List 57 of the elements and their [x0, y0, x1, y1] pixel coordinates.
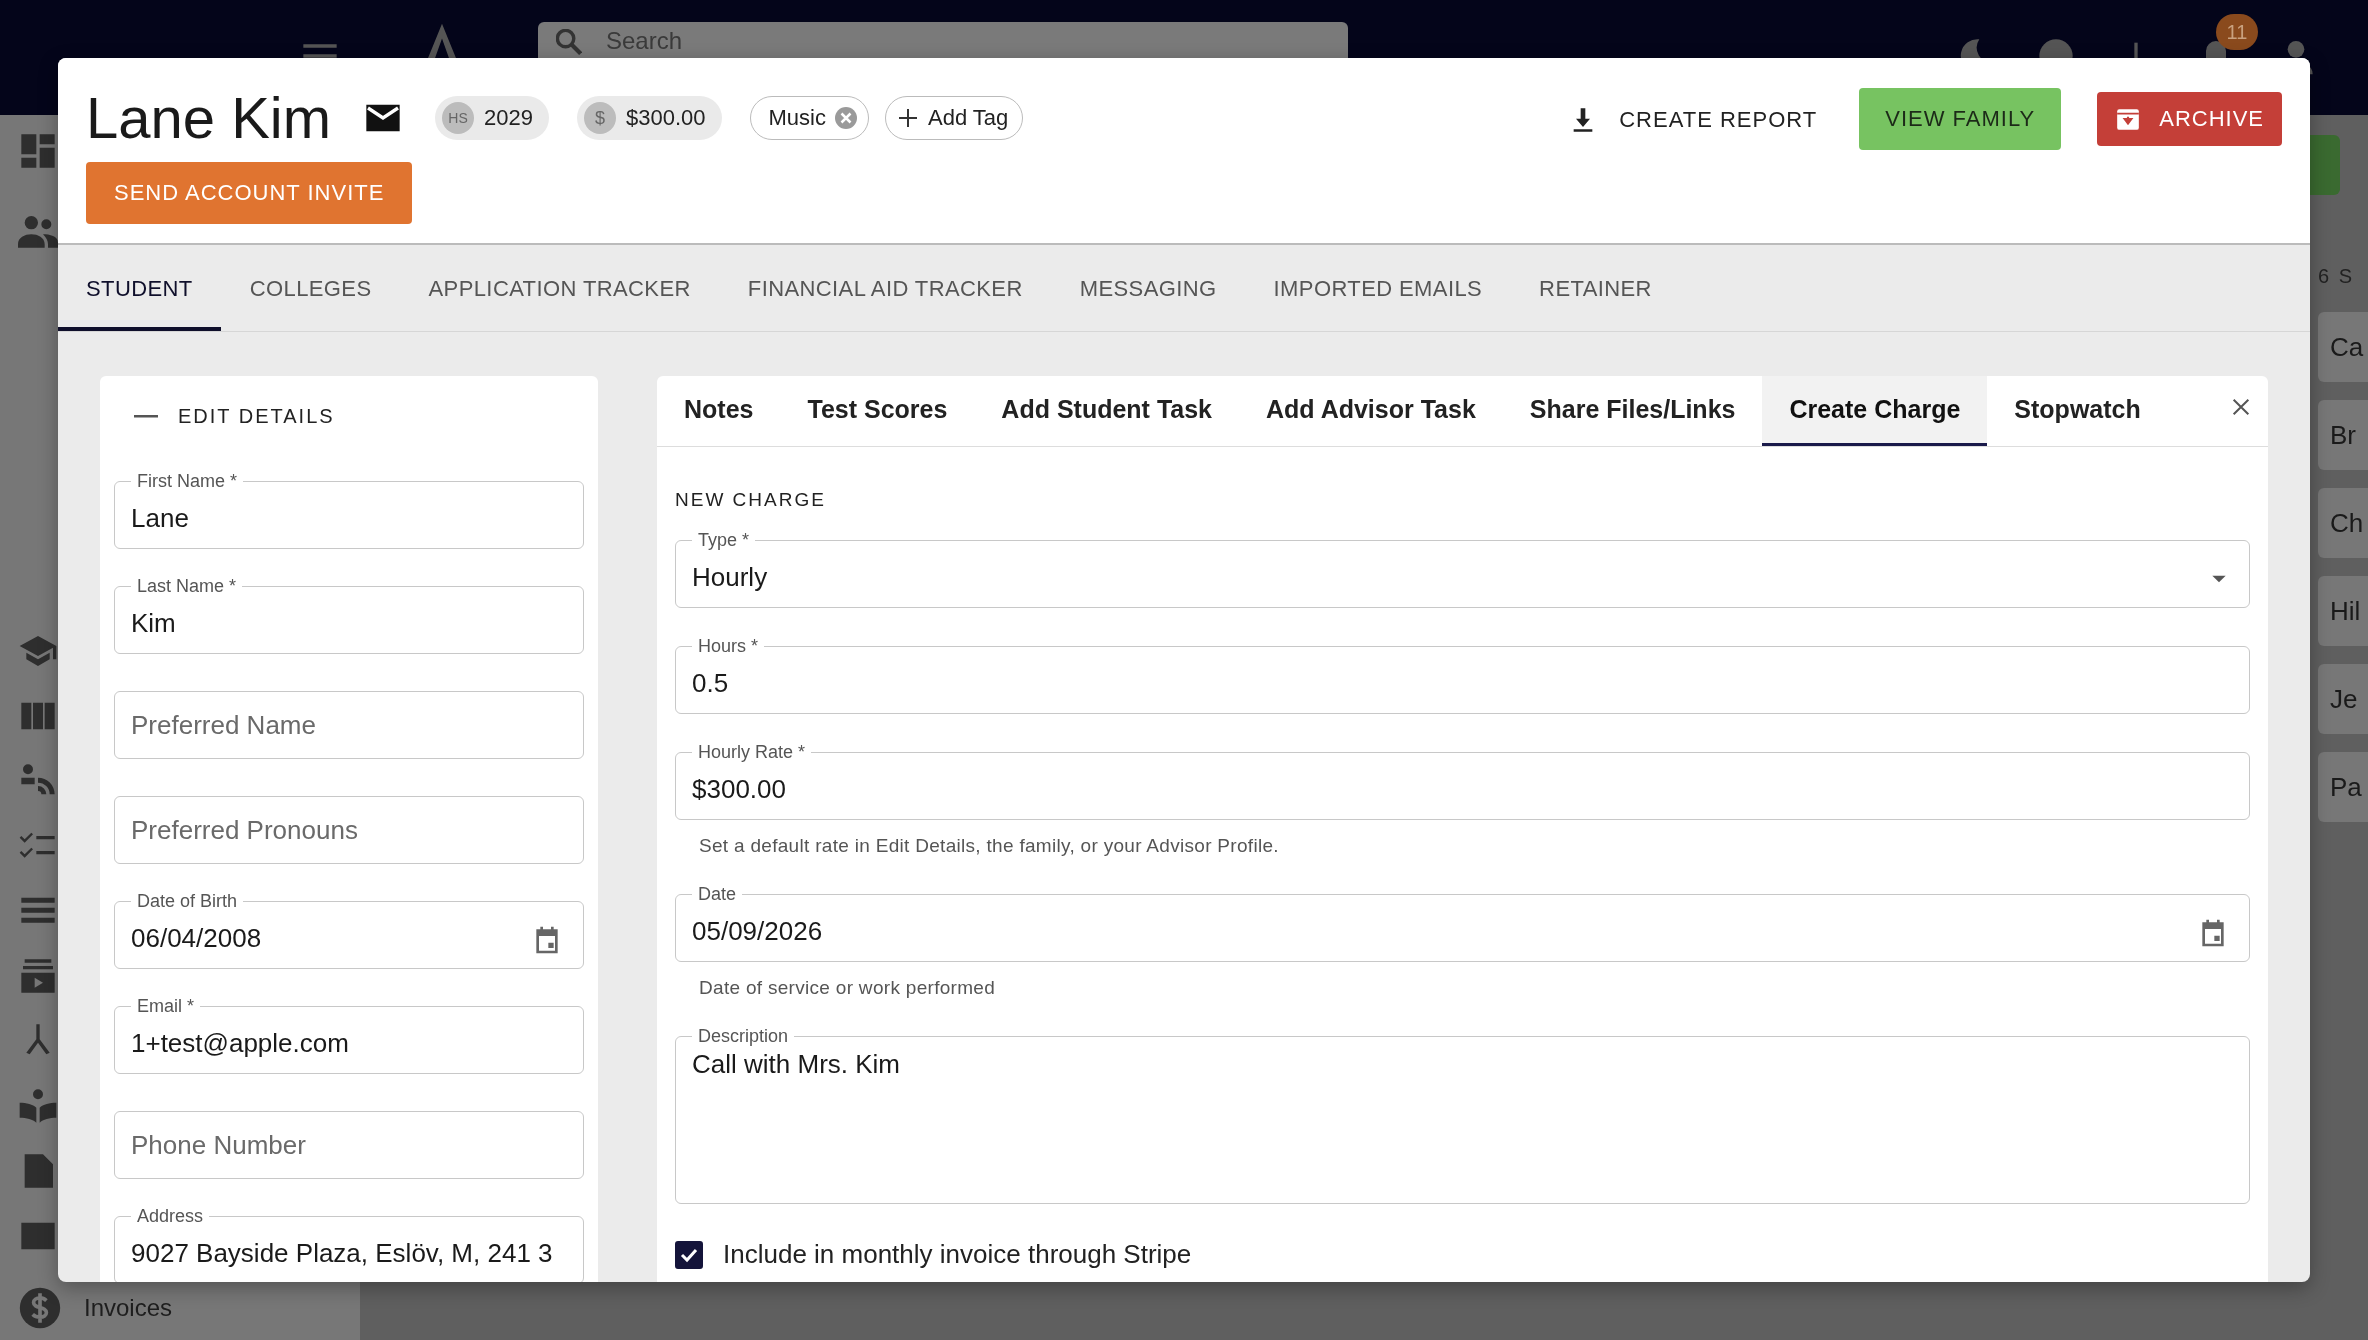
text-field[interactable]: Preferred Name: [114, 691, 584, 759]
checkbox[interactable]: [675, 1240, 703, 1269]
field-label: Email *: [136, 995, 195, 1017]
tab[interactable]: FINANCIAL AID TRACKER: [719, 245, 1051, 331]
list-item[interactable]: Je: [2318, 664, 2368, 734]
tab[interactable]: Test Scores: [780, 376, 975, 446]
field-label: Date of Birth: [136, 890, 239, 912]
add-tag-button[interactable]: Add Tag: [884, 96, 1024, 140]
tab[interactable]: APPLICATION TRACKER: [400, 245, 719, 331]
collapse-icon[interactable]: [134, 414, 158, 418]
archive-icon: [2115, 106, 2142, 132]
text-field[interactable]: Phone Number: [114, 1111, 584, 1179]
field-label: First Name *: [136, 470, 238, 492]
tab[interactable]: IMPORTED EMAILS: [1245, 245, 1511, 331]
video-icon[interactable]: [18, 956, 58, 996]
tab[interactable]: COLLEGES: [221, 245, 400, 331]
field-label: Hours *: [697, 635, 760, 657]
dashboard-icon[interactable]: [18, 131, 58, 171]
field-label: Hourly Rate *: [697, 741, 807, 763]
tab[interactable]: MESSAGING: [1051, 245, 1245, 331]
dollar-icon: [18, 1286, 62, 1330]
create-report-button[interactable]: CREATE REPORT: [1563, 90, 1824, 150]
view-family-button[interactable]: VIEW FAMILY: [1859, 88, 2062, 150]
list-item[interactable]: Br: [2318, 400, 2368, 470]
field-label: Address: [136, 1205, 205, 1227]
tab[interactable]: Add Advisor Task: [1239, 376, 1503, 446]
remove-icon[interactable]: [833, 106, 858, 130]
text-field[interactable]: Preferred Pronouns: [114, 796, 584, 864]
list-item[interactable]: Pa: [2318, 752, 2368, 822]
field-label: Type *: [697, 529, 751, 551]
tab[interactable]: RETAINER: [1511, 245, 1680, 331]
list-item[interactable]: Ca: [2318, 312, 2368, 382]
checkbox-label: Include in monthly invoice through Stripe: [723, 1239, 1192, 1270]
tab[interactable]: Notes: [657, 376, 781, 446]
tab[interactable]: Create Charge: [1762, 376, 1988, 446]
field-label: Date: [697, 883, 738, 905]
list-header: 6 S: [2318, 265, 2356, 288]
field-label: Description: [697, 1025, 790, 1047]
tab[interactable]: Stopwatch: [1987, 376, 2168, 446]
field-label: Last Name *: [136, 575, 238, 597]
notification-badge: 11: [2216, 14, 2258, 50]
section-title: NEW CHARGE: [675, 489, 827, 511]
info-chip: $ $300.00: [577, 96, 722, 140]
helper-text: Date of service or work performed: [698, 977, 997, 999]
helper-text: Set a default rate in Edit Details, the family, or your Advisor Profile.: [698, 835, 1280, 857]
list-item[interactable]: Ch: [2318, 488, 2368, 558]
close-icon[interactable]: [2230, 396, 2252, 418]
tab[interactable]: STUDENT: [58, 245, 221, 331]
info-chip: HS 2029: [435, 96, 549, 140]
tab[interactable]: Share Files/Links: [1502, 376, 1763, 446]
section-title: EDIT DETAILS: [178, 404, 335, 428]
tag-chip[interactable]: Music: [749, 96, 869, 140]
student-name: Lane Kim: [86, 84, 332, 152]
list-item[interactable]: Hil: [2318, 576, 2368, 646]
search-icon: [556, 29, 582, 55]
tab[interactable]: Add Student Task: [974, 376, 1240, 446]
archive-button[interactable]: ARCHIVE: [2097, 92, 2282, 146]
